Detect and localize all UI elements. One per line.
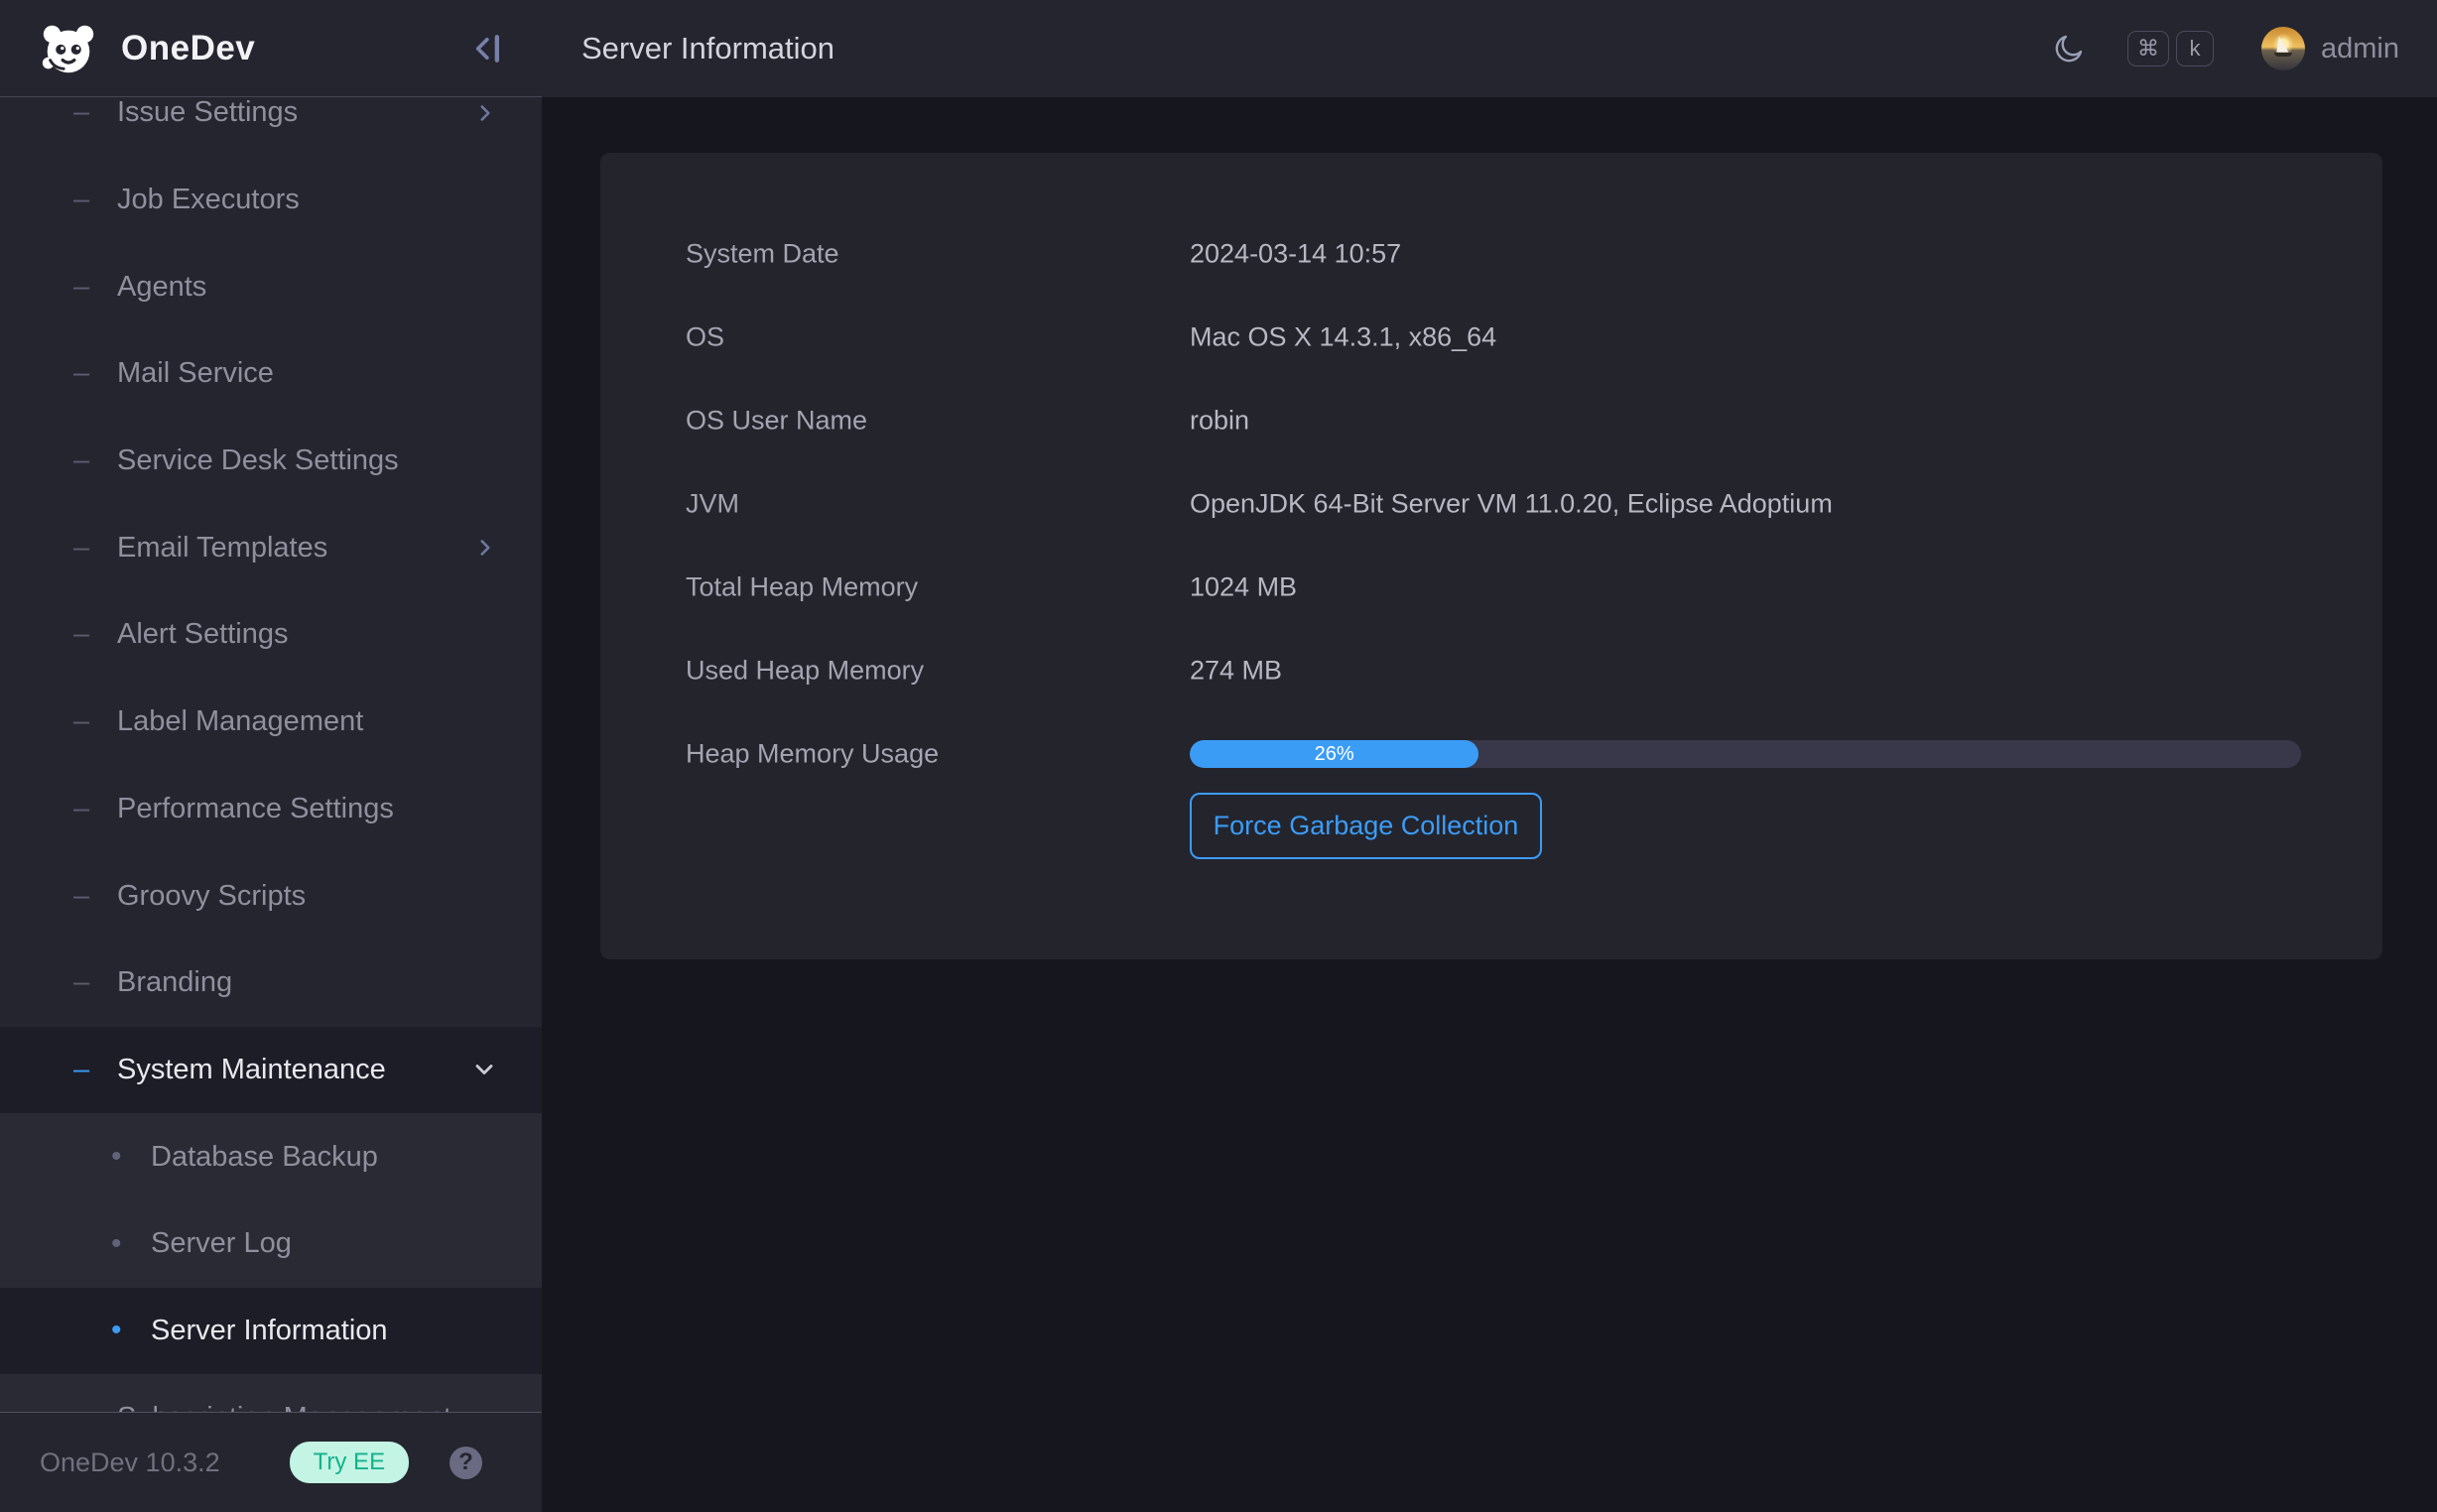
cmd-keycap: ⌘: [2127, 31, 2169, 66]
collapse-sidebar-icon: [466, 29, 506, 68]
sidebar-item-performance-settings[interactable]: – Performance Settings: [0, 766, 542, 853]
sidebar-item-mail-service[interactable]: – Mail Service: [0, 330, 542, 418]
sidebar-header: OneDev: [0, 0, 542, 97]
sidebar-item-alert-settings[interactable]: – Alert Settings: [0, 591, 542, 679]
force-garbage-collection-button[interactable]: Force Garbage Collection: [1190, 793, 1542, 859]
page-title: Server Information: [581, 31, 834, 66]
info-row-os: OS Mac OS X 14.3.1, x86_64: [600, 296, 2382, 379]
info-row-used-heap-memory: Used Heap Memory 274 MB: [600, 629, 2382, 712]
sidebar-collapse-button[interactable]: [464, 27, 508, 70]
sidebar-item-job-executors[interactable]: – Job Executors: [0, 157, 542, 244]
dash-icon: –: [73, 966, 91, 999]
dash-icon: –: [73, 271, 91, 304]
sidebar-item-agents[interactable]: – Agents: [0, 243, 542, 330]
sidebar-item-subscription-management[interactable]: – Subscription Management: [0, 1374, 542, 1412]
help-icon[interactable]: ?: [449, 1447, 482, 1479]
app-name: OneDev: [121, 29, 255, 68]
dash-icon: –: [73, 532, 91, 565]
topbar: Server Information ⌘ k admin: [542, 0, 2437, 97]
info-label: System Date: [686, 239, 839, 270]
onedev-admin-window: OneDev – Issue Settings – Job Executors: [0, 0, 2437, 1512]
dark-mode-moon-icon[interactable]: [2052, 32, 2086, 65]
sidebar-item-server-information[interactable]: • Server Information: [0, 1288, 542, 1375]
search-shortcut[interactable]: ⌘ k: [2127, 31, 2214, 66]
sidebar-item-service-desk-settings[interactable]: – Service Desk Settings: [0, 418, 542, 505]
dash-icon: –: [73, 444, 91, 477]
k-keycap: k: [2176, 31, 2214, 66]
sidebar-item-groovy-scripts[interactable]: – Groovy Scripts: [0, 852, 542, 940]
info-label: OS User Name: [686, 406, 867, 437]
info-row-total-heap-memory: Total Heap Memory 1024 MB: [600, 546, 2382, 629]
sidebar-item-branding[interactable]: – Branding: [0, 940, 542, 1027]
sidebar-item-system-maintenance[interactable]: – System Maintenance: [0, 1027, 542, 1114]
user-menu[interactable]: admin: [2261, 27, 2399, 70]
info-value: 2024-03-14 10:57: [1190, 239, 1401, 270]
dash-icon: –: [73, 98, 91, 129]
info-label: Total Heap Memory: [686, 572, 918, 603]
info-row-heap-memory-usage: Heap Memory Usage 26%: [600, 712, 2382, 796]
try-ee-badge[interactable]: Try EE: [290, 1442, 409, 1483]
sidebar-item-label-management[interactable]: – Label Management: [0, 679, 542, 766]
dash-icon-active: –: [73, 1054, 91, 1086]
info-row-system-date: System Date 2024-03-14 10:57: [600, 212, 2382, 296]
onedev-panda-logo-icon: [38, 18, 99, 79]
info-value: 274 MB: [1190, 656, 1282, 687]
dash-icon: –: [73, 618, 91, 651]
info-label: JVM: [686, 489, 739, 520]
dash-icon: –: [73, 793, 91, 825]
sidebar-item-email-templates[interactable]: – Email Templates: [0, 504, 542, 591]
dash-icon: –: [73, 184, 91, 216]
dash-icon: –: [73, 1402, 91, 1412]
bullet-icon: •: [111, 1140, 129, 1174]
chevron-right-icon: [472, 535, 498, 561]
chevron-right-icon: [472, 100, 498, 126]
info-value: Mac OS X 14.3.1, x86_64: [1190, 322, 1496, 353]
bullet-icon: •: [111, 1227, 129, 1261]
dash-icon: –: [73, 705, 91, 738]
info-row-jvm: JVM OpenJDK 64-Bit Server VM 11.0.20, Ec…: [600, 462, 2382, 546]
bullet-icon-active: •: [111, 1314, 129, 1347]
info-value: OpenJDK 64-Bit Server VM 11.0.20, Eclips…: [1190, 489, 1833, 520]
sidebar-item-issue-settings[interactable]: – Issue Settings: [0, 98, 542, 157]
heap-usage-progress-fill: 26%: [1190, 740, 1478, 768]
avatar: [2261, 27, 2305, 70]
info-value: robin: [1190, 406, 1249, 437]
sidebar-item-database-backup[interactable]: • Database Backup: [0, 1113, 542, 1200]
heap-usage-percent-label: 26%: [1315, 743, 1354, 766]
topbar-actions: ⌘ k admin: [2052, 27, 2399, 70]
server-information-card: System Date 2024-03-14 10:57 OS Mac OS X…: [600, 153, 2382, 959]
sidebar: OneDev – Issue Settings – Job Executors: [0, 0, 542, 1512]
sidebar-footer: OneDev 10.3.2 Try EE ?: [0, 1412, 542, 1512]
sidebar-item-server-log[interactable]: • Server Log: [0, 1200, 542, 1288]
username: admin: [2321, 33, 2399, 65]
info-row-os-user-name: OS User Name robin: [600, 379, 2382, 462]
chevron-down-icon: [470, 1056, 498, 1083]
info-label: Heap Memory Usage: [686, 739, 939, 770]
version-label: OneDev 10.3.2: [40, 1448, 220, 1478]
dash-icon: –: [73, 880, 91, 913]
sidebar-menu: – Issue Settings – Job Executors – Agent…: [0, 98, 542, 1412]
dash-icon: –: [73, 357, 91, 390]
heap-usage-progress-bar: 26%: [1190, 740, 2301, 768]
main-content: System Date 2024-03-14 10:57 OS Mac OS X…: [542, 97, 2437, 1512]
info-label: Used Heap Memory: [686, 656, 924, 687]
info-label: OS: [686, 322, 724, 353]
info-value: 1024 MB: [1190, 572, 1297, 603]
